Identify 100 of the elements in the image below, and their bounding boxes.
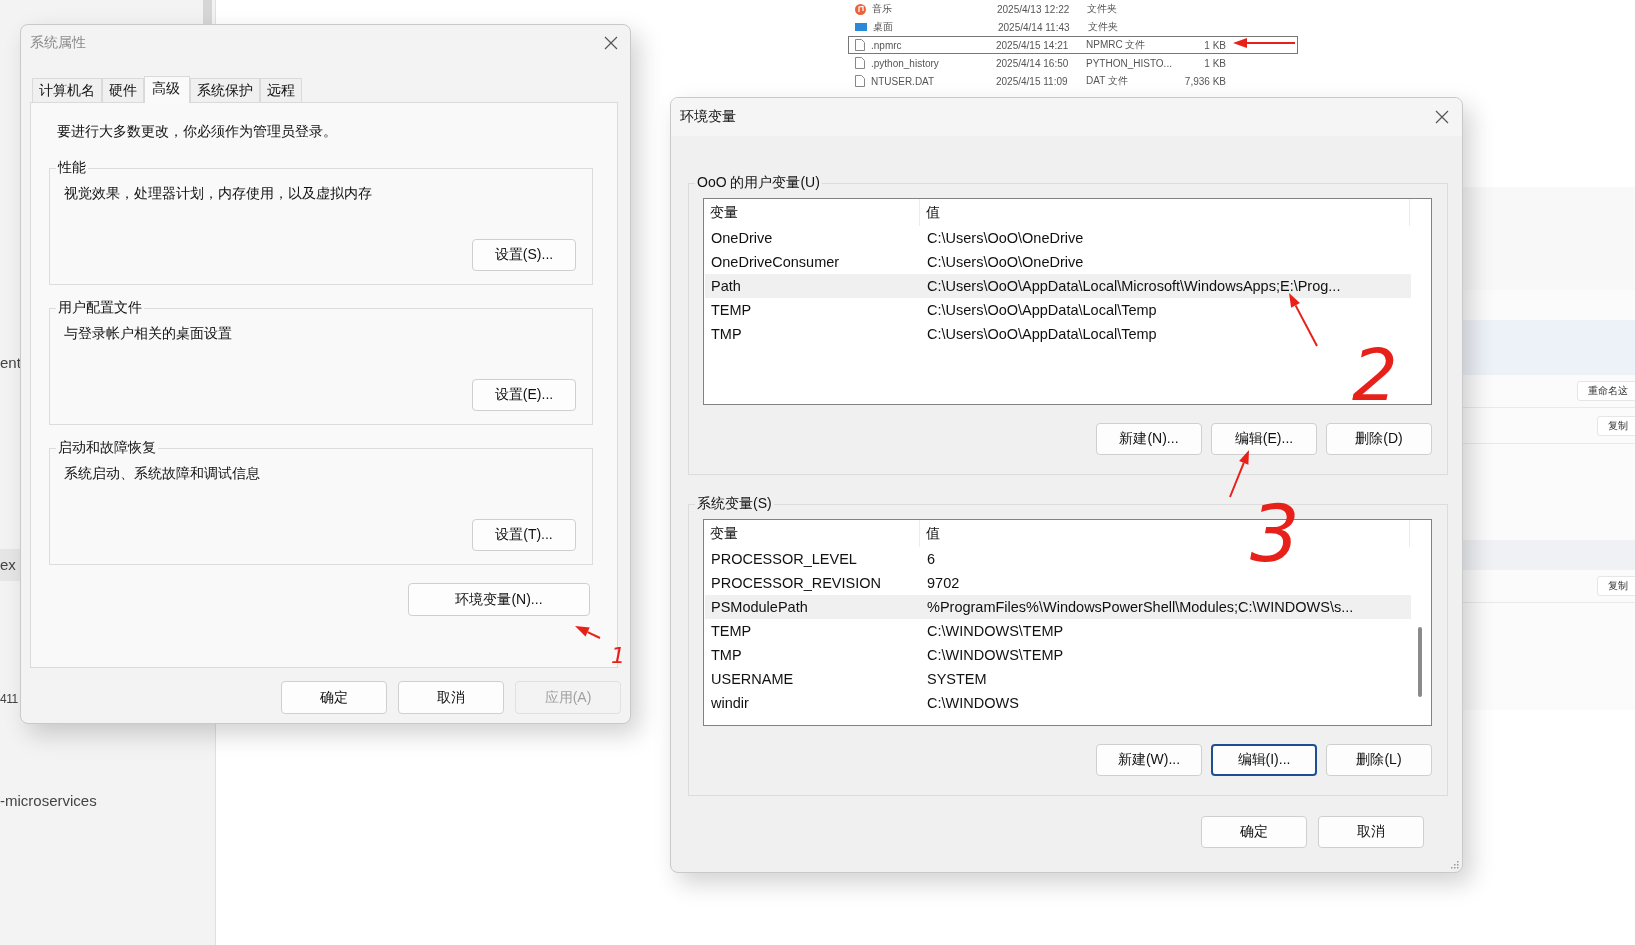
tab[interactable]: 硬件 (102, 78, 144, 102)
group-title: 性能 (56, 159, 87, 177)
panel-button[interactable]: 重命名这 (1577, 381, 1635, 401)
list-row[interactable]: TEMP C:\Users\OoO\AppData\Local\Temp (705, 298, 1411, 322)
file-type: PYTHON_HISTO... (1086, 57, 1173, 69)
variable-value: C:\Users\OoO\AppData\Local\Temp (926, 302, 1158, 318)
scrollbar-thumb[interactable] (1418, 627, 1422, 697)
list-row[interactable]: Path C:\Users\OoO\AppData\Local\Microsoft\WindowsApps;E:\Prog... (705, 274, 1411, 298)
file-type: 文件夹 (1087, 2, 1118, 16)
annotation-arrow (1233, 38, 1296, 48)
variable-value: C:\Users\OoO\AppData\Local\Microsoft\WindowsApps;E:\Prog... (926, 278, 1342, 294)
variable-value: 9702 (926, 575, 961, 591)
column-header[interactable]: 值 (920, 199, 1410, 226)
variable-value: 6 (926, 551, 937, 567)
variable-value: C:\Users\OoO\OneDrive (926, 230, 1085, 246)
file-row[interactable]: .python_history 2025/4/14 16:50 PYTHON_HISTO... 1 KB (848, 54, 1298, 72)
list-button[interactable]: 删除(L) (1326, 744, 1432, 776)
variable-name: PROCESSOR_REVISION (710, 575, 882, 591)
panel-button[interactable]: 复制 (1597, 576, 1635, 596)
file-row[interactable]: .npmrc 2025/4/15 14:21 NPMRC 文件 1 KB (848, 36, 1298, 54)
variable-name: windir (710, 695, 750, 711)
variable-name: OneDrive (710, 230, 774, 246)
notice-text: 要进行大多数更改，你必须作为管理员登录。 (56, 123, 338, 141)
tab[interactable]: 远程 (260, 78, 302, 102)
file-icon (855, 75, 865, 87)
scrollbar[interactable] (203, 0, 212, 24)
tab[interactable]: 系统保护 (190, 78, 260, 102)
window-title: 环境变量 (680, 108, 736, 126)
file-row[interactable]: NTUSER.DAT 2025/4/15 11:09 DAT 文件 7,936 KB (848, 72, 1298, 90)
variable-name: USERNAME (710, 671, 795, 687)
list-button[interactable]: 新建(W)... (1096, 744, 1202, 776)
file-icon (855, 39, 865, 51)
variable-name: TMP (710, 326, 743, 342)
list-row[interactable]: OneDriveConsumer C:\Users\OoO\OneDrive (705, 250, 1411, 274)
dialog-button[interactable]: 确定 (1201, 816, 1307, 848)
variable-value: %ProgramFiles%\WindowsPowerShell\Modules;C:\WINDOWS\s... (926, 599, 1355, 615)
variable-name: TMP (710, 647, 743, 663)
column-header[interactable]: 变量 (704, 520, 920, 547)
settings-button[interactable]: 设置(S)... (472, 239, 576, 271)
list-row[interactable]: TEMP C:\WINDOWS\TEMP (705, 619, 1411, 643)
variable-value: C:\WINDOWS\TEMP (926, 647, 1065, 663)
list-button[interactable]: 删除(D) (1326, 423, 1432, 455)
variable-name: OneDriveConsumer (710, 254, 841, 270)
file-date: 2025/4/14 11:43 (998, 21, 1071, 33)
file-date: 2025/4/15 11:09 (996, 75, 1069, 87)
variable-name: TEMP (710, 623, 753, 639)
annotation-arrow (575, 626, 601, 639)
variable-value: C:\WINDOWS\TEMP (926, 623, 1065, 639)
file-date: 2025/4/15 14:21 (996, 39, 1070, 51)
variable-name: Path (710, 278, 742, 294)
list-button[interactable]: 新建(N)... (1096, 423, 1202, 455)
dialog-button[interactable]: 确定 (281, 681, 387, 714)
list-button[interactable]: 编辑(I)... (1211, 744, 1317, 776)
variable-name: PSModulePath (710, 599, 809, 615)
file-size: 7,936 KB (1183, 75, 1227, 87)
close-icon[interactable] (1435, 110, 1449, 124)
file-icon (855, 57, 865, 69)
variable-value: C:\Users\OoO\OneDrive (926, 254, 1085, 270)
file-name: 桌面 (873, 20, 894, 34)
list-row[interactable]: USERNAME SYSTEM (705, 667, 1411, 691)
music-icon (855, 3, 866, 15)
group-description: 与登录帐户相关的桌面设置 (64, 325, 233, 343)
group-description: 视觉效果，处理器计划，内存使用，以及虚拟内存 (64, 185, 373, 203)
dialog-button[interactable]: 取消 (398, 681, 504, 714)
list-button[interactable]: 编辑(E)... (1211, 423, 1317, 455)
file-size: 1 KB (1203, 57, 1227, 69)
list-row[interactable]: PSModulePath %ProgramFiles%\WindowsPowerShell\Modules;C:\WINDOWS\s... (705, 595, 1411, 619)
tab[interactable]: 高级 (144, 76, 190, 103)
group-title: OoO 的用户变量(U) (696, 174, 821, 192)
tab[interactable]: 计算机名 (32, 78, 102, 102)
group-title: 系统变量(S) (696, 495, 773, 513)
file-row[interactable]: 音乐 2025/4/13 12:22 文件夹 (848, 0, 1298, 18)
panel-button[interactable]: 复制 (1597, 415, 1635, 436)
dialog-button[interactable]: 取消 (1318, 816, 1424, 848)
resize-grip-icon (1449, 859, 1459, 869)
column-header[interactable]: 变量 (704, 199, 920, 226)
list-row[interactable]: windir C:\WINDOWS (705, 691, 1411, 715)
list-row[interactable]: OneDrive C:\Users\OoO\OneDrive (705, 226, 1411, 250)
file-type: NPMRC 文件 (1086, 38, 1147, 52)
file-type: DAT 文件 (1086, 74, 1129, 88)
variable-value: C:\WINDOWS (926, 695, 1020, 711)
file-row[interactable]: 桌面 2025/4/14 11:43 文件夹 (848, 18, 1298, 36)
close-icon[interactable] (604, 36, 618, 50)
file-date: 2025/4/14 16:50 (996, 57, 1070, 69)
group-title: 用户配置文件 (57, 299, 143, 317)
list-row[interactable]: TMP C:\WINDOWS\TEMP (705, 643, 1411, 667)
settings-button[interactable]: 设置(T)... (472, 519, 576, 551)
group-description: 系统启动、系统故障和调试信息 (64, 465, 261, 483)
settings-button[interactable]: 设置(E)... (472, 379, 576, 411)
file-size: 1 KB (1203, 39, 1227, 51)
group-title: 启动和故障恢复 (57, 439, 157, 457)
variable-name: PROCESSOR_LEVEL (710, 551, 858, 567)
window-title: 系统属性 (30, 34, 86, 52)
annotation-arrow (1289, 293, 1318, 347)
file-type: 文件夹 (1088, 20, 1119, 34)
file-name: .python_history (871, 57, 940, 69)
environment-variables-button[interactable]: 环境变量(N)... (408, 583, 590, 616)
sidebar-item[interactable]: -microservices (0, 785, 215, 817)
file-name: NTUSER.DAT (871, 75, 936, 87)
file-name: .npmrc (871, 39, 903, 51)
